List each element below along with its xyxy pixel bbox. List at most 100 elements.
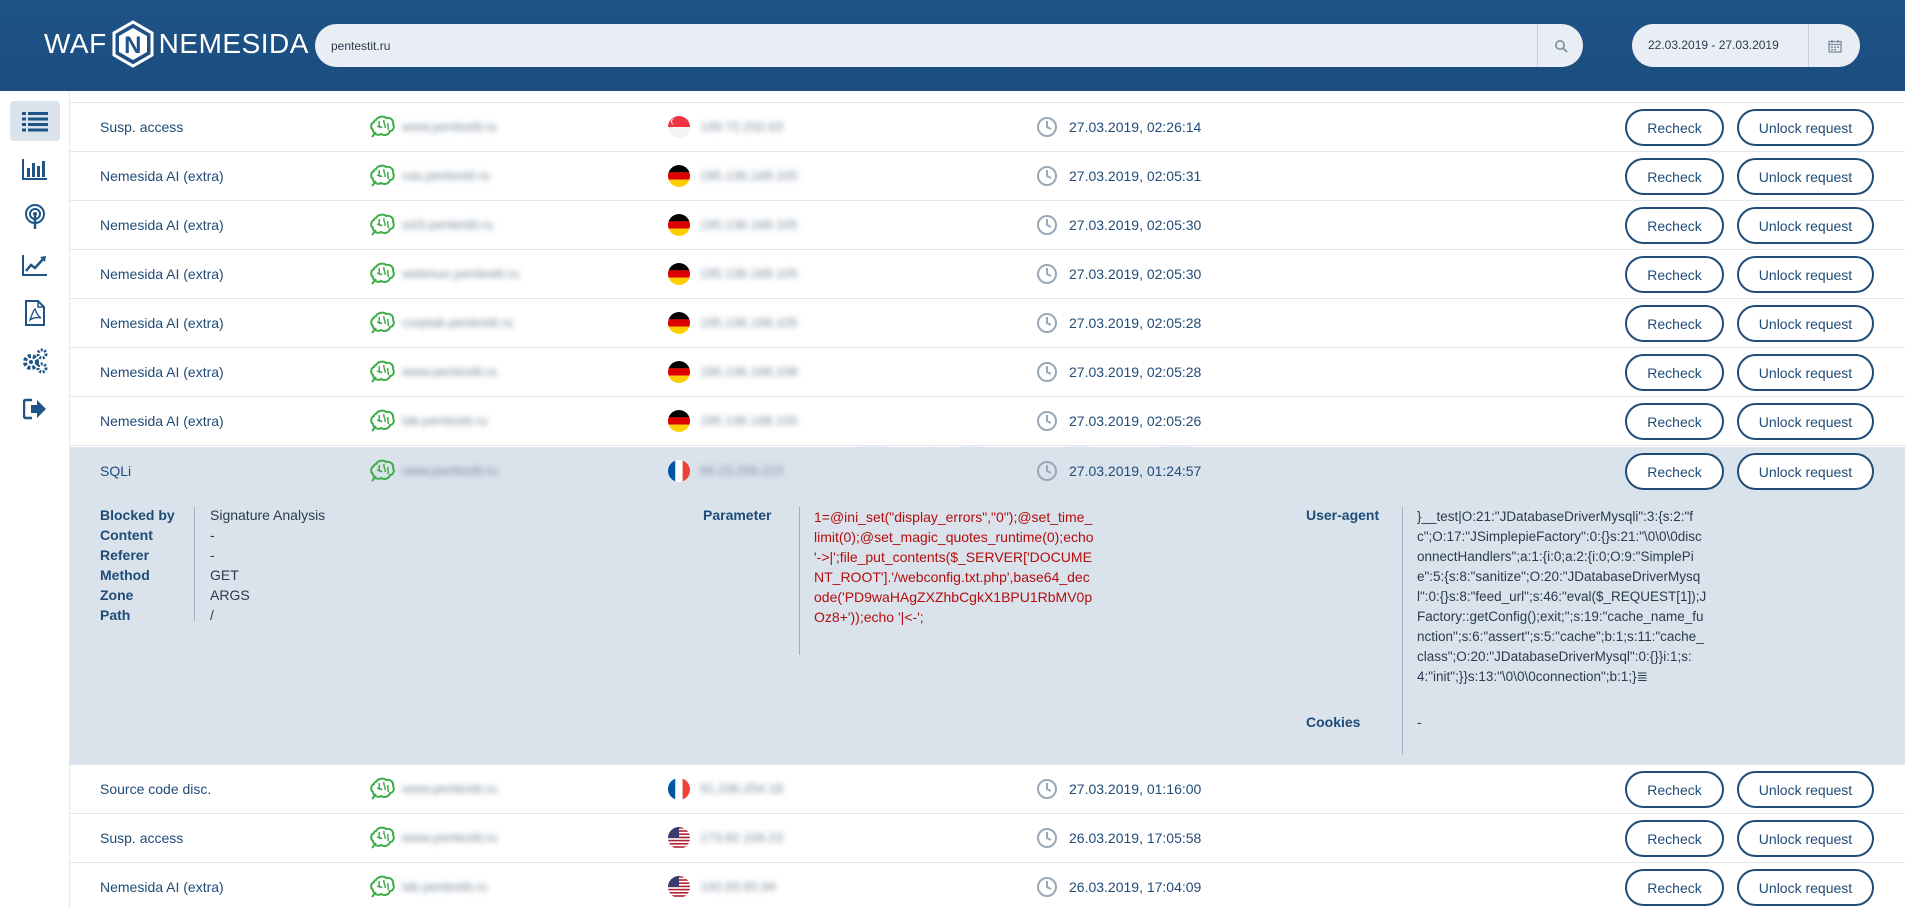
unlock-request-button[interactable]: Unlock request [1737,256,1874,293]
sidebar-item-reports[interactable] [10,293,60,333]
domain-blurred: www.pentestit.ru [402,119,498,134]
unlock-request-button[interactable]: Unlock request [1737,869,1874,906]
detail-value: Signature Analysis [210,507,326,523]
logo-text-right: NEMESIDA [158,28,309,59]
date-range-picker[interactable]: 22.03.2019 - 27.03.2019 [1632,24,1860,67]
brain-icon [370,875,396,899]
flag-icon [668,361,690,383]
clock-icon [1036,778,1058,800]
detail-key: Referer [100,547,150,563]
date-range-value[interactable]: 22.03.2019 - 27.03.2019 [1648,38,1779,52]
clock-icon [1036,116,1058,138]
attack-type: Nemesida AI (extra) [100,315,224,331]
recheck-button[interactable]: Recheck [1625,453,1724,490]
domain-blurred: www.pentestit.ru [402,364,498,379]
detail-value: / [210,607,214,623]
table-row[interactable]: Nemesida AI (extra) ssl3.pentestit.ru 195.… [70,201,1905,250]
clock-icon [1036,165,1058,187]
recheck-button[interactable]: Recheck [1625,109,1724,146]
event-time: 27.03.2019, 02:05:28 [1069,315,1202,331]
ip-blurred: 195.136.168.108 [700,364,798,379]
unlock-request-button[interactable]: Unlock request [1737,453,1874,490]
unlock-request-button[interactable]: Unlock request [1737,771,1874,808]
detail-value: ARGS [210,587,250,603]
top-bar: WAF N NEMESIDA 22.03.2019 - 27.03.2019 [0,0,1905,91]
sidebar-item-events[interactable] [10,101,60,141]
detail-key: Blocked by [100,507,175,523]
useragent-divider [1402,507,1403,755]
recheck-button[interactable]: Recheck [1625,403,1724,440]
sidebar-item-logout[interactable] [10,389,60,429]
detail-value: - [210,547,215,563]
table-row[interactable]: Nemesida AI (extra) webmun.pentestit.ru 19… [70,250,1905,299]
table-row[interactable]: Nemesida AI (extra) corptab.pentestit.ru 1… [70,299,1905,348]
unlock-request-button[interactable]: Unlock request [1737,305,1874,342]
unlock-request-button[interactable]: Unlock request [1737,109,1874,146]
event-time: 27.03.2019, 01:16:00 [1069,781,1202,797]
recheck-button[interactable]: Recheck [1625,256,1724,293]
attack-type: Susp. access [100,119,184,135]
attack-type: Nemesida AI (extra) [100,364,224,380]
broadcast-icon [25,204,45,229]
brain-icon [370,409,396,433]
brain-icon [370,164,396,188]
domain-blurred: www.pentestit.ru [402,781,498,796]
recheck-button[interactable]: Recheck [1625,158,1724,195]
clock-icon [1036,460,1058,482]
domain-blurred: webmun.pentestit.ru [402,266,520,281]
clock-icon [1036,263,1058,285]
search-icon [1554,39,1567,52]
attack-type: Susp. access [100,830,184,846]
table-row[interactable]: Source code disc. www.pentestit.ru 91.236.… [70,765,1905,814]
table-row[interactable]: Nemesida AI (extra) lab.pentestit.ru 142.9… [70,863,1905,908]
search-button[interactable] [1537,24,1583,67]
unlock-request-button[interactable]: Unlock request [1737,354,1874,391]
event-time: 27.03.2019, 01:24:57 [1069,463,1202,479]
recheck-button[interactable]: Recheck [1625,354,1724,391]
unlock-request-button[interactable]: Unlock request [1737,820,1874,857]
calendar-icon [1827,39,1842,53]
line-chart-icon [22,255,47,276]
recheck-button[interactable]: Recheck [1625,305,1724,342]
event-time: 27.03.2019, 02:26:14 [1069,119,1202,135]
brain-icon [370,459,396,483]
list-icon [22,112,48,132]
recheck-button[interactable]: Recheck [1625,771,1724,808]
event-time: 27.03.2019, 02:05:28 [1069,364,1202,380]
event-time: 26.03.2019, 17:05:58 [1069,830,1202,846]
domain-blurred: lab.pentestit.ru [402,413,488,428]
table-row[interactable]: Susp. access www.pentestit.ru 173.82.106.2… [70,814,1905,863]
unlock-request-button[interactable]: Unlock request [1737,403,1874,440]
sidebar-item-trends[interactable] [10,245,60,285]
search-input[interactable] [331,24,1521,67]
recheck-button[interactable]: Recheck [1625,869,1724,906]
detail-value: - [210,527,215,543]
calendar-button[interactable] [1808,24,1860,67]
recheck-button[interactable]: Recheck [1625,820,1724,857]
recheck-button[interactable]: Recheck [1625,207,1724,244]
ip-blurred: 91.236.254.18 [700,781,784,796]
table-row[interactable]: Susp. access www.pentestit.ru 149.72.232.6… [70,103,1905,152]
sidebar-item-settings[interactable] [10,341,60,381]
table-row[interactable]: SQLi www.pentestit.ru 94.23.209.210 27.03.2… [70,447,1905,496]
table-row[interactable]: Nemesida AI (extra) www.pentestit.ru 195.1… [70,348,1905,397]
detail-key: Zone [100,587,134,603]
unlock-request-button[interactable]: Unlock request [1737,158,1874,195]
table-row[interactable]: Nemesida AI (extra) lab.pentestit.ru 195.1… [70,397,1905,446]
ip-blurred: 195.136.168.105 [700,168,798,183]
event-time: 27.03.2019, 02:05:30 [1069,266,1202,282]
sidebar-item-monitoring[interactable] [10,197,60,237]
cookies-value-wrap: - [1417,712,1422,732]
ip-blurred: 195.136.168.105 [700,413,798,428]
table-row[interactable]: Nemesida AI (extra) cas.pentestit.ru 195.1… [70,152,1905,201]
detail-value: GET [210,567,239,583]
brain-icon [370,311,396,335]
unlock-request-button[interactable]: Unlock request [1737,207,1874,244]
flag-icon [668,410,690,432]
cookies-label-wrap: Cookies [1306,712,1360,732]
logo[interactable]: WAF N NEMESIDA [44,20,309,68]
clock-icon [1036,214,1058,236]
detail-key: Content [100,527,153,543]
sidebar-item-statistics[interactable] [10,149,60,189]
domain-blurred: www.pentestit.ru [402,830,498,845]
